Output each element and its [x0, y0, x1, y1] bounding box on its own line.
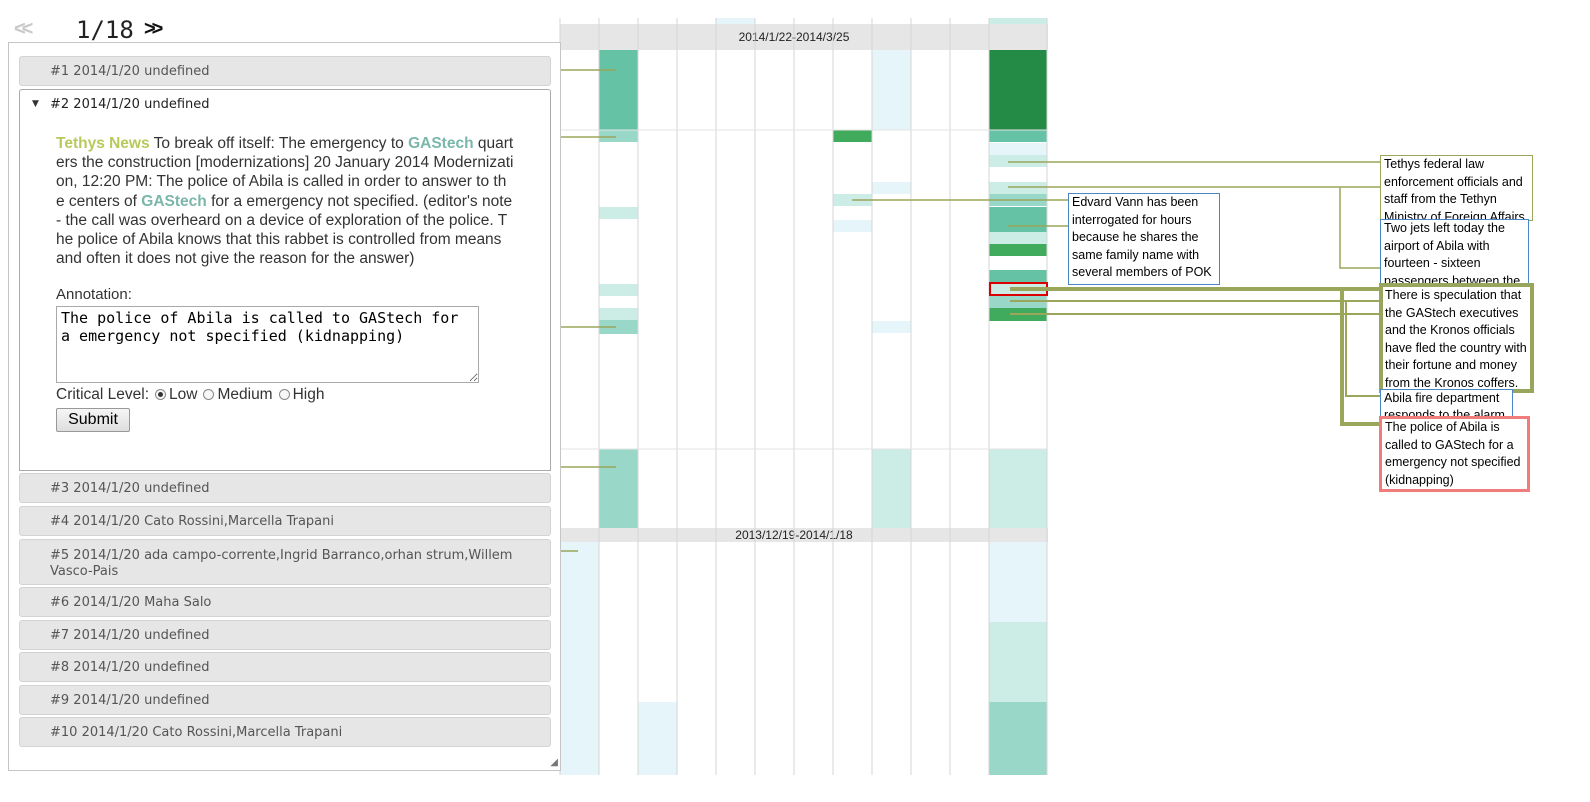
heat-cell: [560, 542, 599, 775]
heat-cell: [872, 50, 911, 130]
heat-cell: [989, 270, 1047, 282]
article-header-7[interactable]: #7 2014/1/20 undefined: [19, 620, 551, 650]
heat-cell: [989, 143, 1047, 155]
heat-cell: [638, 702, 677, 775]
note-two-jets[interactable]: Two jets left today the airport of Abila…: [1380, 219, 1529, 285]
entity-gastech[interactable]: GAStech: [141, 193, 206, 210]
critical-low-radio[interactable]: [155, 389, 167, 400]
article-header-3[interactable]: #3 2014/1/20 undefined: [19, 473, 551, 503]
article-header-1[interactable]: #1 2014/1/20 undefined: [19, 56, 551, 86]
note-fire-department[interactable]: Abila fire department responds to the al…: [1380, 389, 1513, 417]
heat-cell: [989, 155, 1047, 167]
heat-cell: [872, 321, 911, 333]
heat-cell: [989, 702, 1047, 775]
critical-medium-label: Medium: [217, 386, 273, 403]
article-header-4[interactable]: #4 2014/1/20 Cato Rossini,Marcella Trapa…: [19, 506, 551, 536]
heat-cell: [989, 622, 1047, 702]
heat-cell: [989, 232, 1047, 244]
heat-cell: [599, 308, 638, 320]
article-accordion: #1 2014/1/20 undefined ▼ #2 2014/1/20 un…: [8, 42, 561, 771]
heat-cell: [599, 50, 638, 130]
article-text: Tethys News To break off itself: The eme…: [56, 134, 514, 268]
article-text-part: To break off itself: The emergency to: [149, 135, 409, 152]
article-header-10[interactable]: #10 2014/1/20 Cato Rossini,Marcella Trap…: [19, 717, 551, 747]
connector-line: [1339, 187, 1380, 269]
connector-line: [1340, 289, 1380, 426]
heat-cell: [989, 207, 1047, 232]
critical-high-label: High: [292, 386, 325, 403]
resize-handle-icon[interactable]: ◢: [550, 757, 558, 768]
critical-level-group: Critical Level: Low Medium High: [56, 386, 325, 404]
article-header-5[interactable]: #5 2014/1/20 ada campo-corrente,Ingrid B…: [19, 539, 551, 585]
heat-cell: [989, 244, 1047, 256]
previous-page-button[interactable]: <<: [14, 18, 33, 41]
critical-low-label: Low: [169, 386, 198, 403]
article-header-6[interactable]: #6 2014/1/20 Maha Salo: [19, 587, 551, 617]
connector-line: [1345, 301, 1380, 397]
note-police-abila[interactable]: The police of Abila is called to GAStech…: [1379, 416, 1530, 492]
heat-cell: [599, 449, 638, 528]
heat-cell: [989, 182, 1047, 194]
annotation-label: Annotation:: [56, 286, 132, 303]
critical-high-radio[interactable]: [278, 389, 290, 400]
note-speculation-fled[interactable]: There is speculation that the GAStech ex…: [1379, 283, 1534, 393]
heat-cell: [989, 130, 1047, 142]
article-header-2[interactable]: ▼ #2 2014/1/20 undefined: [19, 89, 551, 119]
heat-cell: [833, 130, 872, 142]
heat-cell: [872, 449, 911, 528]
heat-cell: [989, 542, 1047, 622]
article-header-8[interactable]: #8 2014/1/20 undefined: [19, 652, 551, 682]
heat-cell: [833, 220, 872, 232]
heat-cell: [872, 182, 911, 194]
note-edvard-vann[interactable]: Edvard Vann has been interrogated for ho…: [1068, 193, 1220, 285]
submit-button[interactable]: Submit: [56, 408, 130, 432]
heat-cell: [989, 50, 1047, 130]
critical-medium-radio[interactable]: [203, 389, 215, 400]
annotation-textarea[interactable]: [56, 306, 479, 383]
article-header-9[interactable]: #9 2014/1/20 undefined: [19, 685, 551, 715]
next-page-button[interactable]: >>: [144, 18, 163, 41]
article-content: Tethys News To break off itself: The eme…: [19, 118, 551, 471]
heat-cell: [599, 130, 638, 142]
entity-gastech[interactable]: GAStech: [408, 135, 473, 152]
heat-cell: [599, 284, 638, 296]
critical-level-label: Critical Level:: [56, 386, 150, 403]
expanded-triangle-icon: ▼: [32, 99, 39, 109]
page-indicator: 1/18: [76, 16, 134, 44]
article-header-2-label: #2 2014/1/20 undefined: [50, 97, 210, 112]
article-source: Tethys News: [56, 135, 150, 152]
note-tethys-federal[interactable]: Tethys federal law enforcement officials…: [1380, 155, 1533, 221]
heat-cell: [989, 449, 1047, 528]
heat-cell: [599, 207, 638, 219]
